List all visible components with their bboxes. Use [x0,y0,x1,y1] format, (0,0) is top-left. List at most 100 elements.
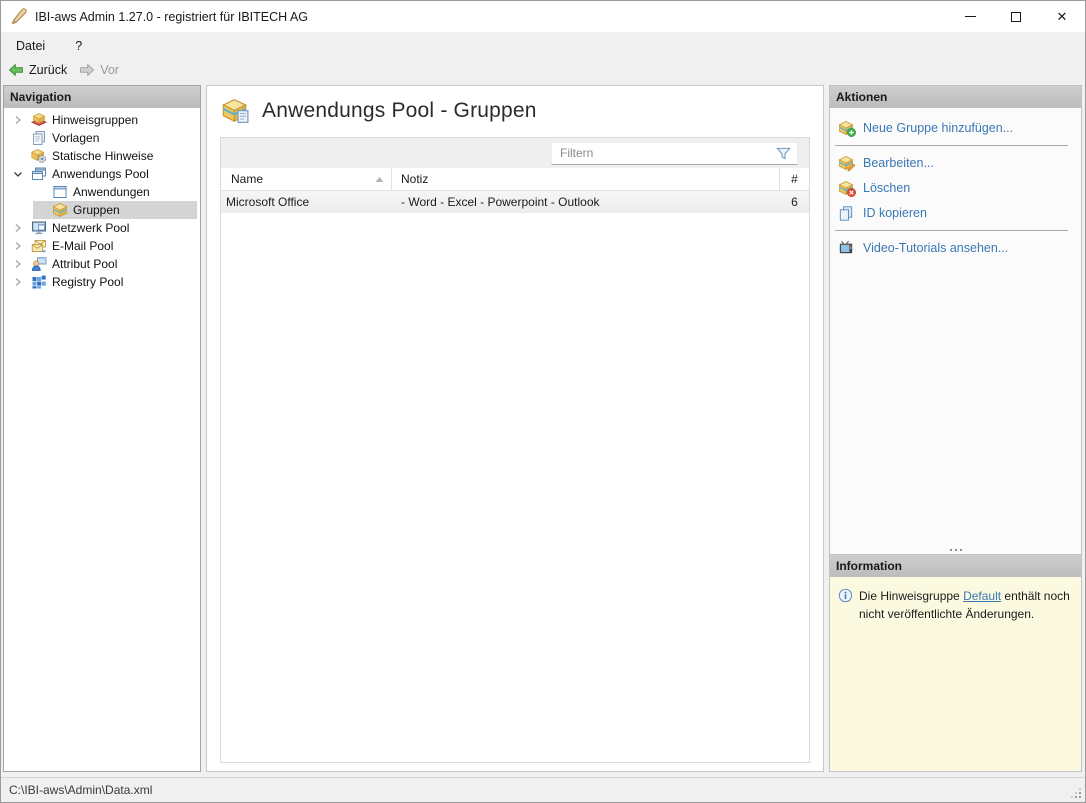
maximize-button[interactable] [993,1,1039,32]
edit-group-icon [838,155,854,171]
title-bar: IBI-aws Admin 1.27.0 - registriert für I… [1,1,1085,32]
maximize-icon [1011,12,1021,22]
back-button[interactable]: Zurück [8,62,67,78]
sidebar-item-label: Attribut Pool [52,257,117,271]
minimize-button[interactable] [947,1,993,32]
chevron-right-icon[interactable] [10,238,26,254]
sidebar-item-hinweisgruppen[interactable]: Hinweisgruppen [4,111,200,129]
sidebar-item-label: Statische Hinweise [52,149,153,163]
sidebar-item-gruppen[interactable]: Gruppen [4,201,200,219]
action-label: Löschen [863,181,910,195]
sidebar-item-anwendungs-pool[interactable]: Anwendungs Pool [4,165,200,183]
sidebar-item-label: Anwendungs Pool [52,167,149,181]
information-header: Information [830,555,1081,577]
navigation-panel: Navigation Hinweisgruppen Vorlagen Stati… [3,85,201,772]
column-header-name[interactable]: Name [221,172,391,186]
video-tutorials-action[interactable]: Video-Tutorials ansehen... [830,235,1081,260]
delete-group-icon [838,180,854,196]
action-label: ID kopieren [863,206,927,220]
sidebar-item-label: Anwendungen [73,185,150,199]
app-icon [10,8,28,26]
actions-panel: Aktionen Neue Gruppe hinzufügen... [829,85,1082,554]
attribut-pool-icon [31,256,47,272]
email-pool-icon [31,238,47,254]
default-group-link[interactable]: Default [963,589,1001,603]
chevron-down-icon[interactable] [10,166,26,182]
sidebar-item-attribut-pool[interactable]: Attribut Pool [4,255,200,273]
information-body: Die Hinweisgruppe Default enthält noch n… [830,577,1081,771]
data-file-path: C:\IBI-aws\Admin\Data.xml [9,783,152,797]
close-button[interactable]: ✕ [1039,1,1085,32]
delete-action[interactable]: Löschen [830,175,1081,200]
information-panel: Information Die Hinweisgruppe Default en… [829,554,1082,772]
filter-input[interactable] [552,146,775,160]
forward-icon [79,62,95,78]
page-title: Anwendungs Pool - Gruppen [262,99,537,123]
sort-asc-icon [375,176,384,183]
statische-hinweise-icon [31,148,47,164]
cell-name: Microsoft Office [221,195,391,209]
sidebar-item-label: Registry Pool [52,275,123,289]
cell-notiz: - Word - Excel - Powerpoint - Outlook [392,195,779,209]
action-label: Bearbeiten... [863,156,934,170]
forward-button[interactable]: Vor [79,62,119,78]
minimize-icon [965,16,976,17]
information-text: Die Hinweisgruppe Default enthält noch n… [859,587,1073,623]
registry-pool-icon [31,274,47,290]
sidebar-item-email-pool[interactable]: E-Mail Pool [4,237,200,255]
panel-splitter[interactable] [830,546,1081,554]
forward-label: Vor [100,63,119,77]
sidebar-item-statische-hinweise[interactable]: Statische Hinweise [4,147,200,165]
chevron-right-icon[interactable] [10,256,26,272]
copy-id-action[interactable]: ID kopieren [830,200,1081,225]
main-panel: Anwendungs Pool - Gruppen Name Notiz [206,85,824,772]
sidebar-item-registry-pool[interactable]: Registry Pool [4,273,200,291]
gruppen-pool-icon [222,97,250,125]
anwendungs-pool-icon [31,166,47,182]
status-bar: C:\IBI-aws\Admin\Data.xml [1,777,1085,802]
chevron-right-icon[interactable] [10,220,26,236]
add-group-icon [838,120,854,136]
sidebar-item-netzwerk-pool[interactable]: Netzwerk Pool [4,219,200,237]
anwendungen-icon [52,184,68,200]
hinweisgruppen-icon [31,112,47,128]
sidebar-item-label: E-Mail Pool [52,239,113,253]
nav-toolbar: Zurück Vor [1,59,1085,81]
edit-action[interactable]: Bearbeiten... [830,150,1081,175]
chevron-right-icon[interactable] [10,112,26,128]
filter-field [551,142,798,165]
column-label: Notiz [401,172,428,186]
column-header-notiz[interactable]: Notiz [392,172,779,186]
sidebar-item-vorlagen[interactable]: Vorlagen [4,129,200,147]
chevron-right-icon[interactable] [10,274,26,290]
actions-body: Neue Gruppe hinzufügen... Bearbeiten... [830,108,1081,554]
netzwerk-pool-icon [31,220,47,236]
sidebar-item-anwendungen[interactable]: Anwendungen [4,183,200,201]
add-group-action[interactable]: Neue Gruppe hinzufügen... [830,115,1081,140]
chevron-spacer [10,148,26,164]
column-header-count[interactable]: # [780,172,809,186]
filter-icon[interactable] [775,145,792,162]
main-header: Anwendungs Pool - Gruppen [207,86,823,135]
back-label: Zurück [29,63,67,77]
chevron-spacer [10,130,26,146]
actions-header: Aktionen [830,86,1081,108]
window-controls: ✕ [947,1,1085,32]
sidebar-item-label: Netzwerk Pool [52,221,129,235]
right-panel: Aktionen Neue Gruppe hinzufügen... [829,85,1082,772]
navigation-tree: Hinweisgruppen Vorlagen Statische Hinwei… [4,108,200,291]
menu-item-help[interactable]: ? [75,39,82,53]
info-text-before: Die Hinweisgruppe [859,589,963,603]
copy-id-icon [838,205,854,221]
resize-grip[interactable] [1071,788,1081,798]
table-header: Name Notiz # [221,168,809,191]
info-icon [838,588,853,603]
app-window: IBI-aws Admin 1.27.0 - registriert für I… [0,0,1086,803]
column-label: Name [231,172,263,186]
menu-bar: Datei ? [1,32,1085,59]
column-label: # [791,172,798,186]
sidebar-item-label: Hinweisgruppen [52,113,138,127]
table-row[interactable]: Microsoft Office - Word - Excel - Powerp… [221,191,809,213]
menu-item-datei[interactable]: Datei [16,39,45,53]
actions-divider [835,230,1068,231]
